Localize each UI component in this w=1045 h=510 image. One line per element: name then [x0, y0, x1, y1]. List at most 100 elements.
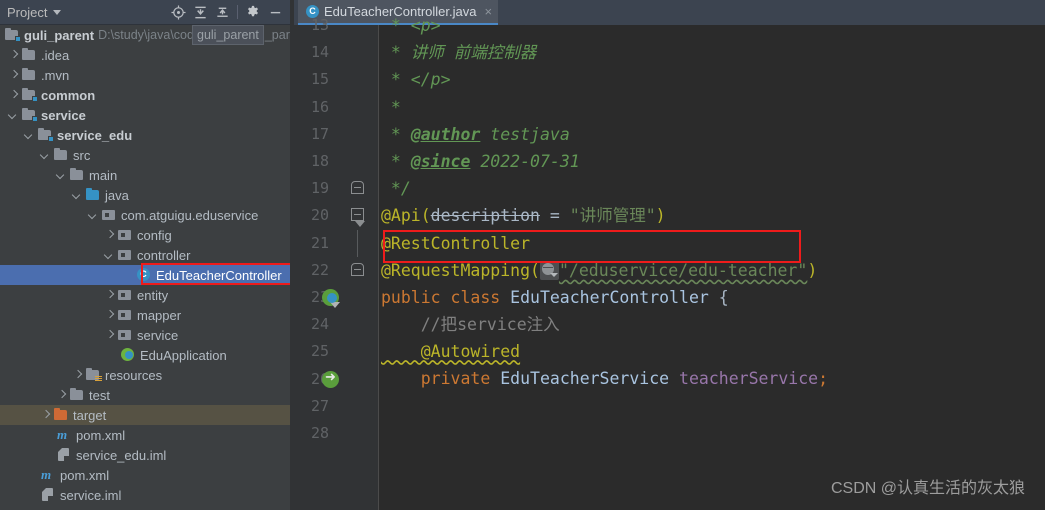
tree-label: com.atguigu.eduservice	[121, 207, 259, 223]
tree-label: service.iml	[60, 487, 122, 503]
tree-row-service-iml[interactable]: service.iml	[0, 485, 290, 505]
locate-icon[interactable]	[167, 1, 189, 23]
fold-start-icon[interactable]	[351, 208, 365, 228]
source-folder-icon	[85, 187, 101, 203]
tree-label: common	[41, 87, 96, 103]
chevron-down-icon[interactable]	[8, 110, 19, 121]
chevron-right-icon[interactable]	[104, 310, 115, 321]
chevron-down-icon[interactable]	[72, 190, 83, 201]
package-icon	[117, 227, 133, 243]
tree-row-mvn[interactable]: .mvn	[0, 65, 290, 85]
chevron-down-icon[interactable]	[53, 9, 62, 15]
code-text: *	[381, 151, 411, 171]
spring-boot-icon	[120, 347, 136, 363]
tree-label: main	[89, 167, 118, 183]
tree-row-service-edu-iml[interactable]: service_edu.iml	[0, 445, 290, 465]
tree-label: test	[89, 387, 110, 403]
tree-row-edu-application[interactable]: EduApplication	[0, 345, 290, 365]
chevron-right-icon[interactable]	[8, 50, 19, 61]
editor-gutter[interactable]: 13 14 15 16 17 18 19 20 21 22 23 24 25 2…	[294, 16, 379, 510]
panel-title: Project	[7, 4, 48, 20]
chevron-down-icon[interactable]	[24, 130, 35, 141]
line-number: 14	[310, 43, 329, 62]
settings-gear-icon[interactable]	[242, 1, 264, 23]
comment: //把service注入	[381, 315, 560, 335]
minimize-icon[interactable]	[264, 1, 286, 23]
chevron-right-icon[interactable]	[104, 290, 115, 301]
module-folder-icon	[37, 127, 54, 143]
annotation-name: @RestController	[381, 233, 531, 253]
tree-row-src[interactable]: src	[0, 145, 290, 165]
autowired-dependency-gutter-icon[interactable]	[322, 369, 339, 388]
package-icon	[117, 287, 133, 303]
fold-end-icon[interactable]	[351, 262, 364, 276]
tree-row-main[interactable]: main	[0, 165, 290, 185]
project-tree[interactable]: guli_parent D:\study\java\code\project\g…	[0, 25, 290, 510]
tree-label: entity	[137, 287, 169, 303]
tree-label: pom.xml	[76, 427, 126, 443]
string-literal: "讲师管理"	[569, 206, 656, 226]
tree-row-test[interactable]: test	[0, 385, 290, 405]
url-string-literal: "/eduservice/edu-teacher"	[558, 260, 808, 280]
tree-row-pom-service[interactable]: m pom.xml	[0, 465, 290, 485]
chevron-down-icon[interactable]	[104, 250, 115, 261]
expand-all-icon[interactable]	[189, 1, 211, 23]
line-number: 18	[310, 152, 329, 170]
collapse-all-icon[interactable]	[211, 1, 233, 23]
tree-row-package-root[interactable]: com.atguigu.eduservice	[0, 205, 290, 225]
fold-region-line	[357, 229, 358, 257]
line-number: 17	[310, 124, 329, 143]
code-line-21: @RestController	[381, 230, 1045, 257]
web-endpoint-icon[interactable]	[539, 260, 559, 280]
tree-row-java[interactable]: java	[0, 185, 290, 205]
tree-row-target[interactable]: target	[0, 405, 290, 425]
chevron-right-icon[interactable]	[104, 330, 115, 341]
tree-row-mapper[interactable]: mapper	[0, 305, 290, 325]
tree-row-pom-edu[interactable]: m pom.xml	[0, 425, 290, 445]
chevron-right-icon[interactable]	[72, 370, 83, 381]
tree-row-resources[interactable]: resources	[0, 365, 290, 385]
type-name: EduTeacherService	[500, 369, 680, 389]
code-line-20: @Api(description = "讲师管理")	[381, 202, 1045, 229]
chevron-down-icon[interactable]	[88, 210, 99, 221]
chevron-down-icon[interactable]	[40, 150, 51, 161]
tree-label: service_edu.iml	[76, 447, 167, 463]
chevron-down-icon[interactable]	[56, 170, 67, 181]
tree-row-service-edu[interactable]: service_edu	[0, 125, 290, 145]
code-text: )	[807, 260, 818, 280]
tree-label: src	[73, 147, 91, 163]
field-name: teacherService	[679, 369, 819, 389]
tree-row-service[interactable]: service	[0, 105, 290, 125]
chevron-right-icon[interactable]	[56, 390, 67, 401]
line-number: 25	[310, 342, 329, 361]
tree-row-config[interactable]: config	[0, 225, 290, 245]
code-text: )	[655, 206, 666, 226]
chevron-right-icon[interactable]	[104, 230, 115, 241]
code-editor[interactable]: 13 14 15 16 17 18 19 20 21 22 23 24 25 2…	[294, 16, 1045, 510]
chevron-right-icon[interactable]	[40, 410, 51, 421]
package-icon	[117, 327, 133, 343]
tree-row-idea[interactable]: .idea	[0, 45, 290, 65]
fold-end-icon[interactable]	[351, 181, 364, 195]
code-content[interactable]: * <p> * 讲师 前端控制器 * </p> * * @author test…	[379, 12, 1045, 510]
chevron-right-icon[interactable]	[8, 70, 19, 81]
tree-label: EduApplication	[140, 347, 227, 363]
tree-row-service-pkg[interactable]: service	[0, 325, 290, 345]
tree-row-entity[interactable]: entity	[0, 285, 290, 305]
spring-bean-gutter-icon[interactable]	[322, 289, 340, 308]
line-number: 13	[310, 16, 329, 34]
code-text: * </p>	[381, 70, 451, 90]
chevron-right-icon[interactable]	[8, 90, 19, 101]
keyword: public class	[381, 287, 511, 307]
code-text: ;	[818, 369, 829, 389]
tree-row-edu-teacher-controller[interactable]: C EduTeacherController	[0, 265, 290, 285]
tree-row-controller[interactable]: controller	[0, 245, 290, 265]
panel-toolbar	[167, 1, 290, 23]
tree-row-common[interactable]: common	[0, 85, 290, 105]
javadoc-tag: @author	[410, 124, 481, 144]
module-folder-icon	[21, 107, 38, 123]
tree-label: service	[137, 327, 179, 343]
tree-label: service_edu	[57, 127, 133, 143]
annotation-name: @Api(	[381, 206, 431, 226]
